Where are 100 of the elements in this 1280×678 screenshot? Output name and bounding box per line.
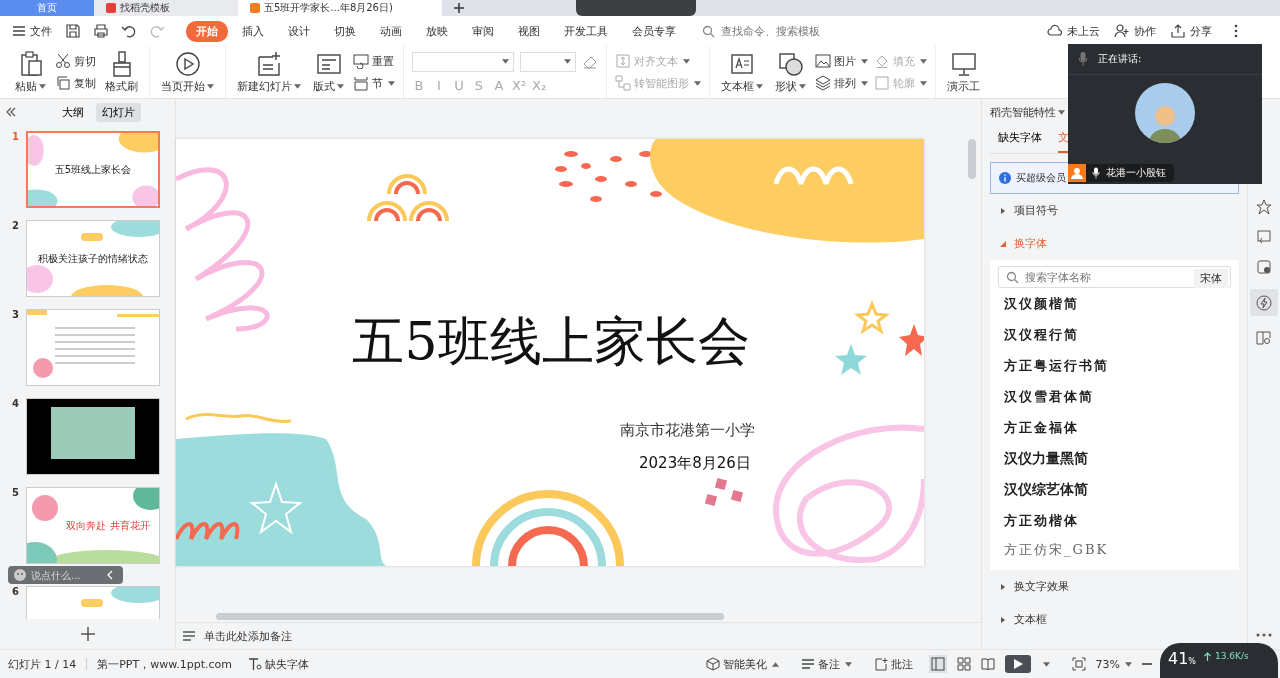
- thumbnail-title: 双向奔赴 共育花开: [66, 518, 150, 533]
- panel-title-dropdown[interactable]: 稻壳智能特性: [990, 103, 1065, 126]
- more-icon[interactable]: [1256, 633, 1272, 637]
- font-option[interactable]: 方正金福体: [998, 412, 1231, 443]
- image-edit-icon[interactable]: [1256, 259, 1272, 275]
- info-icon: [999, 172, 1011, 184]
- reading-view-icon[interactable]: [980, 657, 995, 671]
- ribbon-tab[interactable]: 插入: [232, 20, 274, 42]
- fit-screen-icon[interactable]: [1071, 657, 1086, 671]
- play-slideshow-button[interactable]: [1004, 655, 1031, 673]
- cube-icon: [705, 657, 720, 671]
- upload-speed: 13.6K/s: [1214, 651, 1249, 661]
- convert-icon[interactable]: [1256, 229, 1272, 245]
- chat-bar[interactable]: 说点什么...: [8, 566, 123, 584]
- dropdown-caret-icon[interactable]: [1042, 661, 1050, 667]
- vertical-scrollbar[interactable]: [968, 139, 976, 179]
- paint-bucket-icon: [874, 53, 890, 69]
- section-button[interactable]: 节: [353, 75, 395, 91]
- panel-tab[interactable]: 幻灯片: [96, 102, 141, 122]
- caret-up-icon: [771, 661, 779, 667]
- new-slide-button[interactable]: 新建幻灯片: [234, 48, 304, 96]
- ribbon-tab[interactable]: 视图: [508, 20, 550, 42]
- slide-thumbnail[interactable]: 积极关注孩子的情绪状态: [26, 220, 160, 297]
- format-painter-button[interactable]: 格式刷: [102, 48, 141, 96]
- book-search-icon[interactable]: [1256, 330, 1272, 346]
- font-option[interactable]: 汉仪程行简: [998, 319, 1231, 350]
- arrange-button[interactable]: 排列: [815, 75, 868, 91]
- slide-number: 6: [12, 586, 20, 597]
- font-option[interactable]: 汉仪雪君体简: [998, 381, 1231, 412]
- slide-thumbnail[interactable]: 双向奔赴 共育花开: [26, 487, 160, 564]
- app-tab[interactable]: 找稻壳模板: [94, 0, 238, 16]
- section-header[interactable]: 换文字效果: [1000, 579, 1069, 594]
- presentation-tools-button[interactable]: 演示工: [944, 48, 983, 96]
- presentation-logo-icon: [250, 3, 260, 13]
- font-option[interactable]: 方正劲楷体: [998, 505, 1231, 536]
- font-option[interactable]: 汉仪力量黑简: [998, 443, 1231, 474]
- collapse-chat-icon[interactable]: [107, 570, 113, 580]
- section-header[interactable]: 项目符号: [1000, 203, 1058, 218]
- cloud-status-button[interactable]: 未上云: [1043, 23, 1104, 39]
- ribbon-tab[interactable]: 切换: [324, 20, 366, 42]
- layout-button[interactable]: 版式: [310, 48, 347, 96]
- play-from-current-button[interactable]: 当页开始: [158, 48, 217, 96]
- slide-thumbnail[interactable]: 五5班线上家长会: [26, 131, 160, 208]
- microphone-icon[interactable]: [1078, 52, 1088, 66]
- reset-button[interactable]: 重置: [353, 53, 395, 69]
- notes-placeholder[interactable]: 单击此处添加备注: [204, 628, 292, 644]
- ribbon-tab[interactable]: 审阅: [462, 20, 504, 42]
- font-option[interactable]: 方正粤运行书简: [998, 350, 1231, 381]
- template-source: 第一PPT，www.1ppt.com: [97, 656, 232, 672]
- panel-tab[interactable]: 缺失字体: [998, 126, 1042, 153]
- collapse-panel-icon[interactable]: [6, 107, 16, 117]
- current-font-label: 宋体: [1194, 269, 1228, 288]
- ribbon-tab[interactable]: 开发工具: [554, 20, 618, 42]
- panel-tab[interactable]: 大纲: [56, 102, 90, 122]
- normal-view-icon[interactable]: [928, 655, 947, 673]
- ribbon-tab[interactable]: 放映: [416, 20, 458, 42]
- undo-icon[interactable]: [121, 23, 137, 39]
- microphone-icon: [1092, 167, 1100, 179]
- font-size-field[interactable]: [520, 51, 576, 72]
- dropdown-caret-icon: [756, 83, 763, 89]
- font-option[interactable]: 汉仪颜楷简: [998, 288, 1231, 319]
- shape-button[interactable]: 形状: [772, 48, 809, 96]
- smart-feature-tab[interactable]: [1250, 289, 1278, 316]
- font-option[interactable]: 汉仪综艺体简: [998, 474, 1231, 505]
- paste-button[interactable]: 粘贴: [12, 48, 49, 96]
- new-tab-icon[interactable]: [454, 3, 464, 13]
- slide-number: 3: [12, 309, 20, 320]
- zoom-level-dropdown[interactable]: 73%: [1095, 657, 1132, 671]
- share-button[interactable]: 分享: [1166, 23, 1216, 39]
- search-icon: [702, 24, 715, 38]
- chat-input-field[interactable]: 说点什么...: [31, 569, 103, 581]
- collaborate-button[interactable]: 协作: [1110, 23, 1160, 39]
- text-box-button[interactable]: 文本框: [718, 48, 766, 96]
- notes-button[interactable]: 备注: [794, 655, 858, 673]
- section-icon: [353, 75, 369, 91]
- picture-button[interactable]: 图片: [815, 53, 868, 69]
- app-tab[interactable]: 五5班开学家长...年8月26日): [238, 0, 442, 16]
- beautify-button[interactable]: 智能美化: [699, 655, 785, 673]
- missing-fonts-button[interactable]: 缺失字体: [241, 655, 315, 673]
- cut-button[interactable]: 剪切: [55, 53, 96, 69]
- ribbon-tab[interactable]: 设计: [278, 20, 320, 42]
- grid-view-icon[interactable]: [956, 657, 971, 671]
- command-search-field[interactable]: 查找命令、搜索模板: [719, 23, 833, 39]
- save-icon[interactable]: [65, 23, 81, 39]
- add-slide-icon[interactable]: [80, 627, 95, 641]
- memory-percent: 41%: [1168, 649, 1196, 668]
- star-icon[interactable]: [1256, 199, 1272, 215]
- font-name-field[interactable]: [412, 51, 514, 72]
- file-menu[interactable]: 文件: [8, 23, 56, 39]
- font-option[interactable]: 方正仿宋_GBK: [998, 536, 1231, 564]
- section-header[interactable]: 文本框: [1000, 612, 1047, 627]
- copy-button[interactable]: 复制: [55, 75, 96, 91]
- ribbon-tab[interactable]: 动画: [370, 20, 412, 42]
- slide-thumbnail[interactable]: [26, 309, 160, 386]
- ribbon-tab[interactable]: 会员专享: [622, 20, 686, 42]
- print-icon[interactable]: [93, 23, 109, 39]
- slide-thumbnail[interactable]: [26, 398, 160, 475]
- new-slide-icon: [256, 50, 282, 77]
- more-icon[interactable]: [1234, 24, 1238, 38]
- comments-button[interactable]: 批注: [867, 655, 919, 673]
